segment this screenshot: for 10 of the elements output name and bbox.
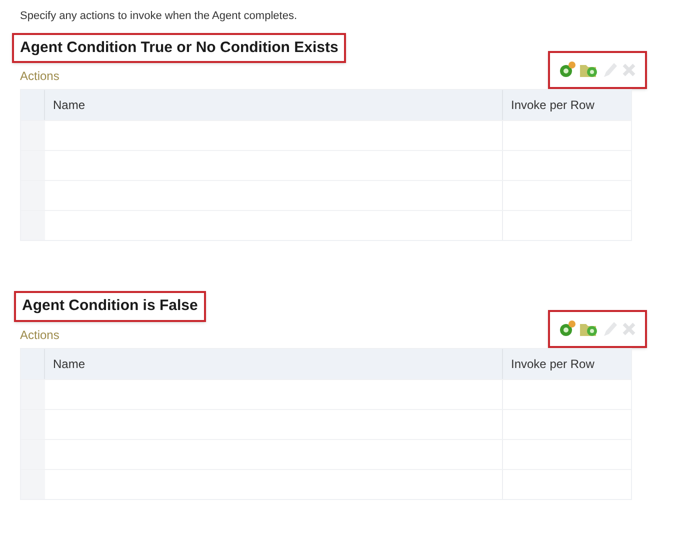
section-heading: Agent Condition True or No Condition Exists [12,32,346,63]
actions-label: Actions [20,326,60,344]
actions-label: Actions [20,68,60,85]
pencil-icon [602,320,618,338]
close-icon [621,61,637,79]
pencil-icon [602,61,618,79]
section-heading: Agent Condition is False [14,291,206,322]
column-header: Invoke per Row [510,97,596,114]
intro-text: Specify any actions to invoke when the Agent completes. [20,9,298,24]
column-header: Invoke per Row [510,356,596,372]
